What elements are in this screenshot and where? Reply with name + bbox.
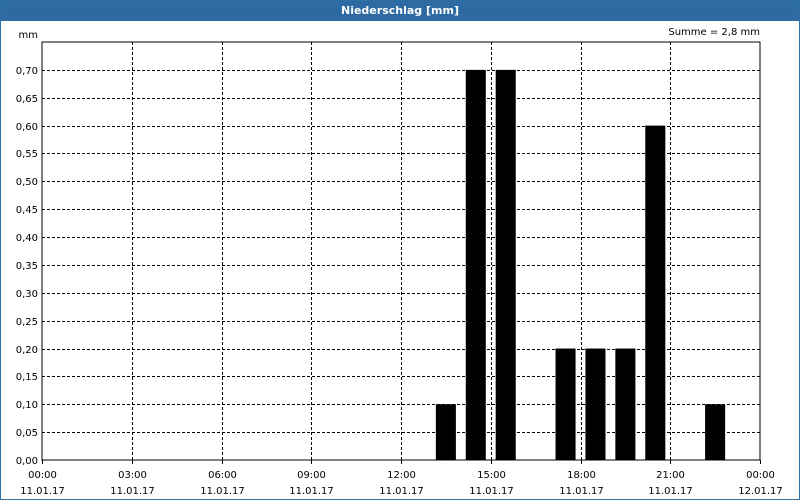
bar: [465, 69, 486, 460]
x-tick-date: 11.01.17: [289, 486, 334, 497]
x-tick-time: 06:00: [208, 470, 237, 481]
x-tick-date: 11.01.17: [110, 486, 155, 497]
y-tick-label: 0,35: [16, 261, 38, 272]
x-tick-date: 11.01.17: [469, 486, 514, 497]
bar: [435, 404, 456, 460]
y-tick-label: 0,40: [16, 233, 38, 244]
precipitation-chart: 0,00 0,05 0,10 0,15 0,20 0,25 0,30 0,35 0,40 0,45…: [16, 27, 783, 497]
x-tick-time: 15:00: [477, 470, 506, 481]
bar: [555, 348, 576, 460]
y-axis-label: mm: [19, 30, 38, 41]
y-tick-label: 0,50: [16, 177, 38, 188]
y-tick-label: 0,65: [16, 94, 38, 105]
bar: [705, 404, 726, 460]
y-tick-label: 0,30: [16, 289, 38, 300]
x-tick-time: 00:00: [746, 470, 775, 481]
x-tick-date: 11.01.17: [648, 486, 693, 497]
x-tick-time: 00:00: [28, 470, 57, 481]
x-tick-time: 09:00: [297, 470, 326, 481]
y-tick-label: 0,45: [16, 205, 38, 216]
x-tick-date: 11.01.17: [379, 486, 424, 497]
bar: [615, 348, 636, 460]
bar: [585, 348, 606, 460]
x-tick-date: 11.01.17: [200, 486, 245, 497]
y-tick-label: 0,55: [16, 149, 38, 160]
y-tick-label: 0,25: [16, 317, 38, 328]
y-tick-label: 0,05: [16, 428, 38, 439]
sum-annotation: Summe = 2,8 mm: [668, 27, 760, 38]
bar: [645, 125, 666, 460]
x-tick-time: 18:00: [567, 470, 596, 481]
y-tick-label: 0,10: [16, 400, 38, 411]
x-tick-time: 12:00: [387, 470, 416, 481]
y-tick-label: 0,15: [16, 372, 38, 383]
y-tick-label: 0,60: [16, 122, 38, 133]
x-tick-date: 11.01.17: [20, 486, 65, 497]
y-tick-label: 0,00: [16, 456, 38, 467]
x-tick-time: 21:00: [656, 470, 685, 481]
x-tick-date: 11.01.17: [559, 486, 604, 497]
x-tick-time: 03:00: [118, 470, 147, 481]
bar: [495, 69, 516, 460]
y-tick-label: 0,20: [16, 345, 38, 356]
y-tick-label: 0,70: [16, 66, 38, 77]
x-tick-date: 12.01.17: [738, 486, 783, 497]
